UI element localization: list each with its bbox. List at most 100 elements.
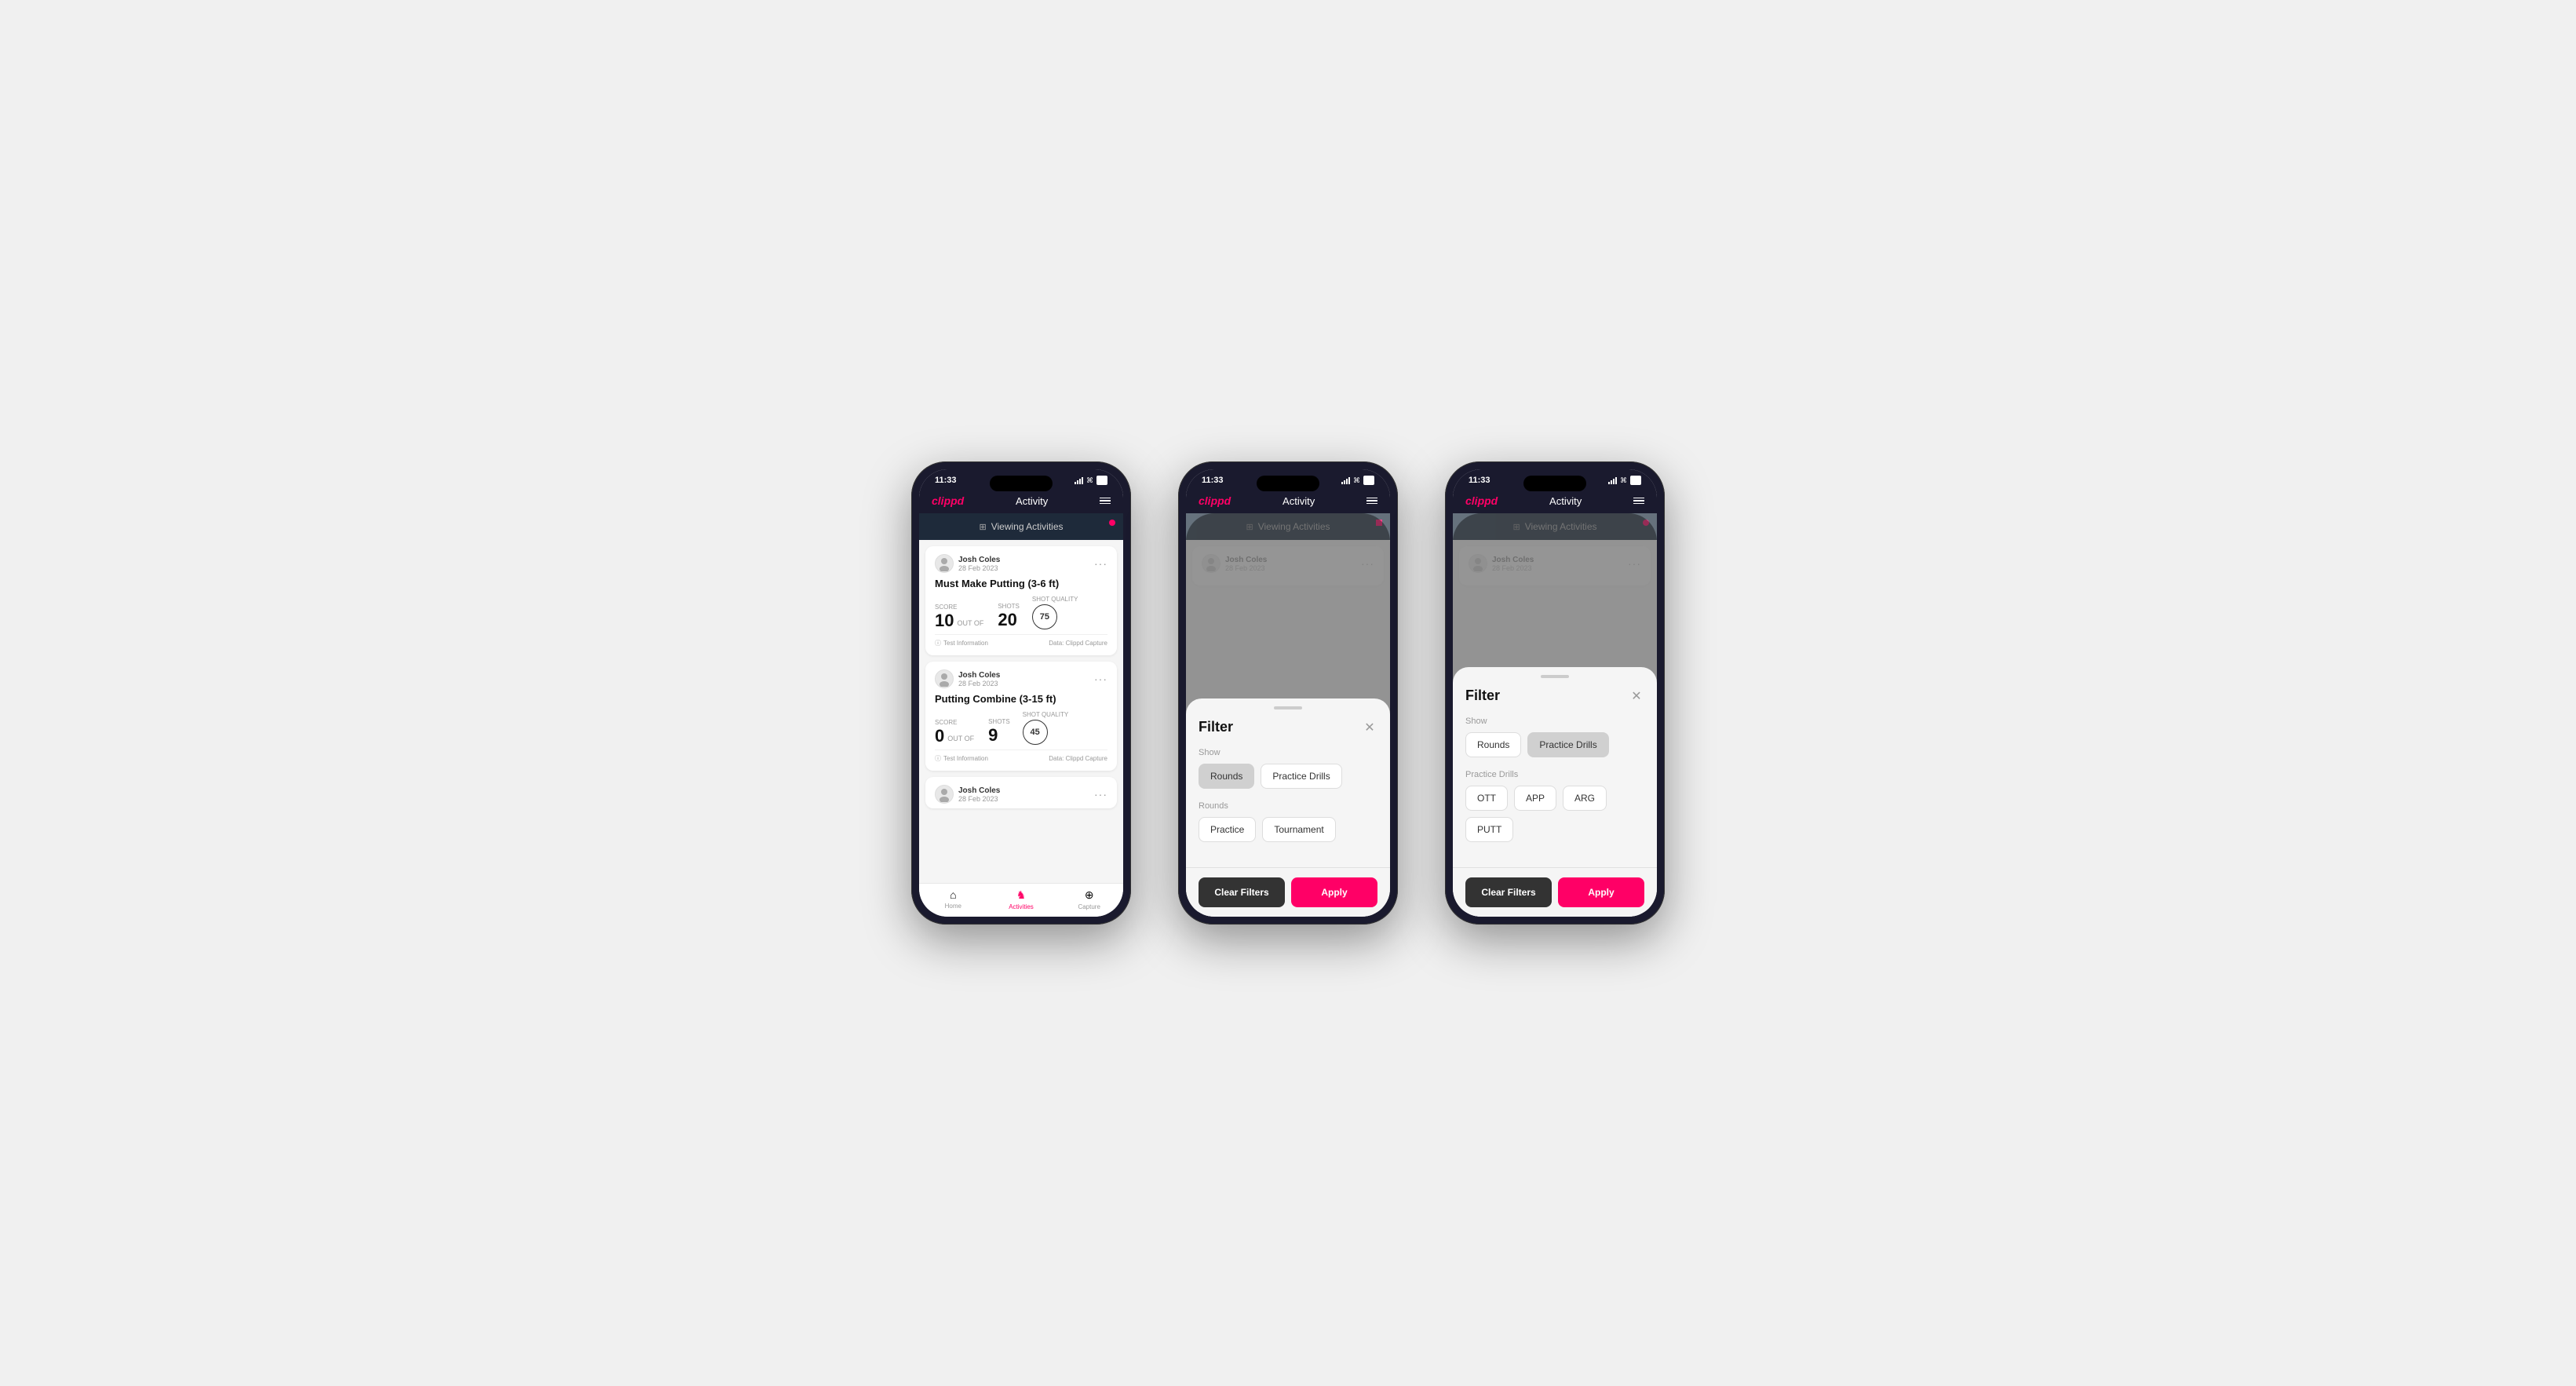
activities-icon-1: ♞ [1016, 888, 1027, 902]
app-btn[interactable]: APP [1514, 786, 1556, 811]
drills-buttons-2: OTT APP ARG PUTT [1465, 786, 1644, 842]
dynamic-island [990, 476, 1053, 491]
signal-icon [1075, 476, 1083, 484]
card-user-1: Josh Coles 28 Feb 2023 [935, 554, 1000, 573]
clear-filters-btn-1[interactable]: Clear Filters [1199, 877, 1285, 907]
card-user-info-2: Josh Coles 28 Feb 2023 [958, 671, 1000, 688]
info-text-2: Test Information [943, 755, 988, 762]
practice-round-btn-1[interactable]: Practice [1199, 817, 1256, 842]
avatar-3 [935, 785, 954, 804]
battery-icon-2: 51 [1363, 476, 1374, 485]
card-header-1: Josh Coles 28 Feb 2023 ··· [935, 554, 1107, 573]
nav-bar-3: clippd Activity [1453, 488, 1657, 513]
data-source-2: Data: Clippd Capture [1049, 755, 1107, 762]
status-icons-3: ⌘ 51 [1608, 476, 1641, 485]
modal-header-1: Filter ✕ [1186, 709, 1390, 742]
user-name-2: Josh Coles [958, 671, 1000, 680]
dynamic-island-3 [1523, 476, 1586, 491]
modal-body-1: Show Rounds Practice Drills Rounds Pract… [1186, 742, 1390, 867]
screen-content-1: ⊞ Viewing Activities [919, 513, 1123, 883]
nav-title-1: Activity [1016, 495, 1048, 507]
activity-card-1[interactable]: Josh Coles 28 Feb 2023 ··· Must Make Put… [925, 546, 1117, 655]
sq-label-1: Shot Quality [1032, 596, 1078, 603]
tab-activities-1[interactable]: ♞ Activities [987, 888, 1056, 910]
card-menu-1[interactable]: ··· [1094, 557, 1107, 570]
practice-drills-btn-1[interactable]: Practice Drills [1261, 764, 1341, 789]
status-icons-1: ⌘ 51 [1075, 476, 1107, 485]
rounds-btn-1[interactable]: Rounds [1199, 764, 1254, 789]
modal-footer-1: Clear Filters Apply [1186, 867, 1390, 917]
viewing-bar-1[interactable]: ⊞ Viewing Activities [919, 513, 1123, 540]
cards-area-1: Josh Coles 28 Feb 2023 ··· Must Make Put… [919, 540, 1123, 883]
app-logo-3: clippd [1465, 494, 1498, 507]
sq-label-2: Shot Quality [1023, 711, 1069, 718]
score-label-1: Score [935, 604, 985, 611]
phone-1: 11:33 ⌘ 51 clippd Activity [911, 461, 1131, 925]
apply-btn-1[interactable]: Apply [1291, 877, 1377, 907]
score-label-2: Score [935, 719, 976, 726]
show-buttons-1: Rounds Practice Drills [1199, 764, 1377, 789]
card-stats-1: Score 10 OUT OF Shots 20 [935, 596, 1107, 629]
status-time-1: 11:33 [935, 476, 957, 485]
tab-capture-1[interactable]: ⊕ Capture [1055, 888, 1123, 910]
putt-btn[interactable]: PUTT [1465, 817, 1513, 842]
footer-left-1: ⓘ Test Information [935, 639, 988, 647]
rounds-btn-2[interactable]: Rounds [1465, 732, 1521, 757]
nav-bar-2: clippd Activity [1186, 488, 1390, 513]
status-icons-2: ⌘ 51 [1341, 476, 1374, 485]
clear-filters-btn-2[interactable]: Clear Filters [1465, 877, 1552, 907]
info-icon-2: ⓘ [935, 754, 941, 763]
phones-container: 11:33 ⌘ 51 clippd Activity [911, 461, 1665, 925]
menu-icon-3[interactable] [1633, 498, 1644, 505]
nav-title-2: Activity [1283, 495, 1315, 507]
arg-btn[interactable]: ARG [1563, 786, 1607, 811]
out-of-1: OUT OF [957, 619, 983, 627]
sq-badge-2: 45 [1023, 720, 1048, 745]
sq-stat-2: Shot Quality 45 [1023, 711, 1069, 745]
card-menu-2[interactable]: ··· [1094, 673, 1107, 685]
card-user-2: Josh Coles 28 Feb 2023 [935, 669, 1000, 688]
shots-stat-2: Shots 9 [988, 718, 1010, 745]
score-value-1: 10 [935, 612, 954, 629]
modal-body-2: Show Rounds Practice Drills Practice Dri… [1453, 710, 1657, 867]
shots-label-1: Shots [998, 603, 1020, 610]
activity-card-3[interactable]: Josh Coles 28 Feb 2023 ··· [925, 777, 1117, 808]
capture-label-1: Capture [1078, 903, 1100, 910]
user-date-1: 28 Feb 2023 [958, 564, 1000, 572]
activity-card-2[interactable]: Josh Coles 28 Feb 2023 ··· Putting Combi… [925, 662, 1117, 771]
filter-modal-1: Filter ✕ Show Rounds Practice Drills Rou… [1186, 698, 1390, 917]
shots-stat-1: Shots 20 [998, 603, 1020, 629]
card-menu-3[interactable]: ··· [1094, 788, 1107, 801]
sq-stat-1: Shot Quality 75 [1032, 596, 1078, 629]
menu-icon-2[interactable] [1366, 498, 1377, 505]
shots-label-2: Shots [988, 718, 1010, 725]
filter-modal-overlay-1: Filter ✕ Show Rounds Practice Drills Rou… [1186, 513, 1390, 917]
status-time-2: 11:33 [1202, 476, 1224, 485]
modal-close-2[interactable]: ✕ [1629, 688, 1644, 704]
show-label-2: Show [1465, 717, 1644, 726]
info-icon-1: ⓘ [935, 639, 941, 647]
wifi-icon: ⌘ [1086, 476, 1093, 485]
modal-close-1[interactable]: ✕ [1362, 720, 1377, 735]
modal-footer-2: Clear Filters Apply [1453, 867, 1657, 917]
wifi-icon-3: ⌘ [1620, 476, 1627, 485]
apply-btn-2[interactable]: Apply [1558, 877, 1644, 907]
ott-btn[interactable]: OTT [1465, 786, 1508, 811]
practice-drills-btn-2[interactable]: Practice Drills [1527, 732, 1608, 757]
sq-badge-1: 75 [1032, 604, 1057, 629]
menu-icon-1[interactable] [1100, 498, 1111, 505]
card-stats-2: Score 0 OUT OF Shots 9 [935, 711, 1107, 745]
info-text-1: Test Information [943, 640, 988, 647]
nav-bar-1: clippd Activity [919, 488, 1123, 513]
card-footer-1: ⓘ Test Information Data: Clippd Capture [935, 634, 1107, 647]
data-source-1: Data: Clippd Capture [1049, 640, 1107, 647]
app-logo-2: clippd [1199, 494, 1231, 507]
avatar-1 [935, 554, 954, 573]
signal-icon-2 [1341, 476, 1350, 484]
tournament-btn-1[interactable]: Tournament [1262, 817, 1335, 842]
battery-icon-3: 51 [1630, 476, 1641, 485]
capture-icon-1: ⊕ [1085, 888, 1094, 902]
battery-icon: 51 [1096, 476, 1107, 485]
show-label-1: Show [1199, 748, 1377, 757]
tab-home-1[interactable]: ⌂ Home [919, 888, 987, 910]
